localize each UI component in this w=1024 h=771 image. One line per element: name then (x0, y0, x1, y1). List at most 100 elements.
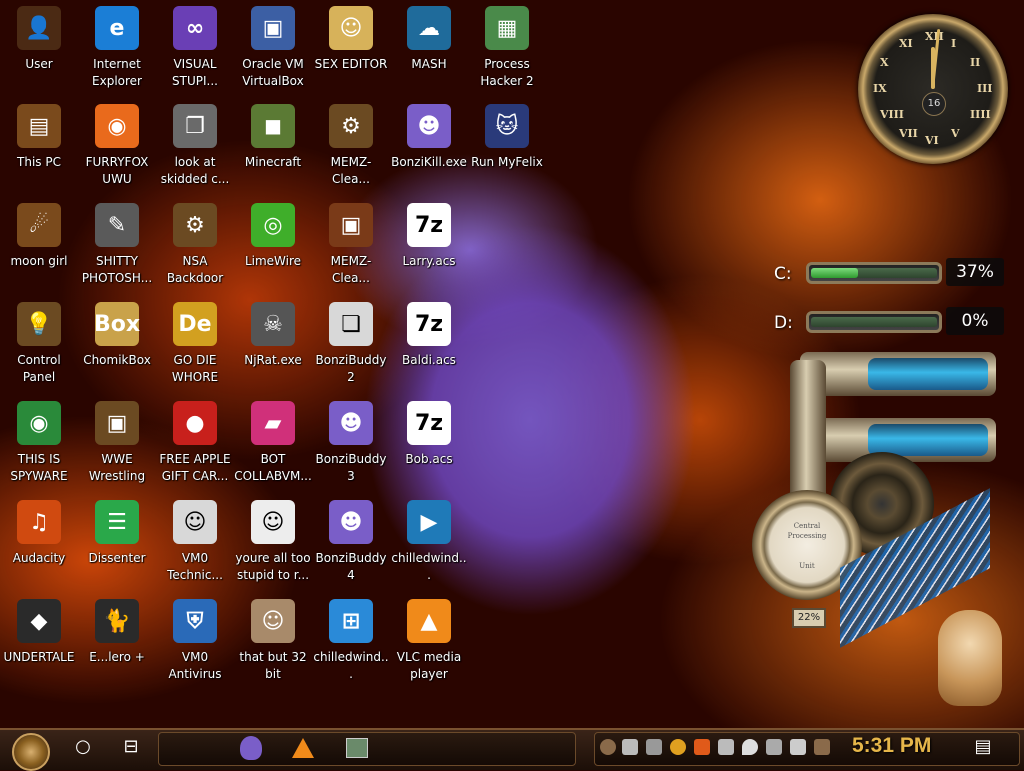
network-icon[interactable] (622, 739, 638, 755)
gauge-readout: 22% (792, 608, 826, 628)
desktop-icon[interactable]: ☻ BonziBuddy3 (312, 401, 390, 485)
desktop-icon-label: Minecraft (244, 155, 302, 169)
desktop-icon[interactable]: ◆ UNDERTALE (0, 599, 78, 666)
desktop-icon-label: WWE Wrestling (88, 452, 146, 483)
desktop-icon[interactable]: ❐ look at skidded c... (156, 104, 234, 188)
desktop-icon[interactable]: ◉ FURRYFOX UWU (78, 104, 156, 188)
desktop-icon[interactable]: ● FREE APPLE GIFT CAR... (156, 401, 234, 485)
desktop-icon-label: This PC (17, 155, 61, 169)
drive-tube (806, 311, 942, 333)
volume-muted-icon[interactable] (646, 739, 662, 755)
app-icon: ▣ (95, 401, 139, 445)
taskbar-clock[interactable]: 5:31 PM (852, 734, 931, 758)
clock-numeral: XI (899, 36, 913, 50)
pen-icon[interactable] (814, 739, 830, 755)
desktop-icon[interactable]: ☺ youre all too stupid to r... (234, 500, 312, 584)
desktop-icon[interactable]: ▰ BOT COLLABVM... (234, 401, 312, 485)
app-icon: e (95, 6, 139, 50)
desktop-icon[interactable]: ⚙ MEMZ-Clea... (312, 104, 390, 188)
desktop-icon-label: that but 32 bit (239, 650, 307, 681)
desktop-icon[interactable]: Box ChomikBox (78, 302, 156, 369)
desktop-icon[interactable]: De GO DIE WHORE (156, 302, 234, 386)
desktop-icon[interactable]: ❏ BonziBuddy2 (312, 302, 390, 386)
desktop-icon[interactable]: ▣ Oracle VM VirtualBox (234, 6, 312, 90)
usb-icon[interactable] (718, 739, 734, 755)
desktop-icon-label: Run MyFelix (471, 155, 543, 169)
desktop-icon[interactable]: ▶ chilledwind... (390, 500, 468, 584)
desktop-icon-label: E...lero + (89, 650, 145, 664)
desktop-icon[interactable]: 7z Larry.acs (390, 203, 468, 270)
desktop-icon[interactable]: 👤 User (0, 6, 78, 73)
app-icon: 7z (407, 401, 451, 445)
desktop-icon[interactable]: ◉ THIS IS SPYWARE (0, 401, 78, 485)
task-view-icon[interactable]: ⊟ (120, 736, 142, 757)
tray-app-icon[interactable] (790, 739, 806, 755)
desktop-icon-label: Internet Explorer (92, 57, 142, 88)
drop-icon[interactable] (742, 739, 758, 755)
start-button[interactable] (12, 733, 50, 771)
desktop-icon[interactable]: 7z Baldi.acs (390, 302, 468, 369)
desktop-icon-label: BonziBuddy2 (315, 353, 387, 384)
wifi-off-icon[interactable] (766, 739, 782, 755)
app-icon: ▣ (329, 203, 373, 247)
desktop-icon[interactable]: ☻ BonziBuddy4 (312, 500, 390, 584)
search-icon[interactable]: ○ (72, 736, 94, 757)
desktop-icon-label: FREE APPLE GIFT CAR... (159, 452, 231, 483)
desktop-icon-label: youre all too stupid to r... (235, 551, 311, 582)
desktop-icon[interactable]: ☰ Dissenter (78, 500, 156, 567)
desktop-icon[interactable]: ✎ SHITTY PHOTOSH... (78, 203, 156, 287)
desktop-icon[interactable]: ▣ WWE Wrestling (78, 401, 156, 485)
app-icon: ⊞ (329, 599, 373, 643)
desktop-icon-label: SHITTY PHOTOSH... (81, 254, 153, 285)
desktop-icon-label: Control Panel (17, 353, 61, 384)
desktop-icon-label: Bob.acs (405, 452, 453, 466)
search-tray-icon[interactable] (670, 739, 686, 755)
desktop-icon[interactable]: ⚙ NSA Backdoor (156, 203, 234, 287)
desktop-icon-label: LimeWire (244, 254, 302, 268)
desktop-icon-label: MEMZ-Clea... (330, 254, 372, 285)
desktop-icon[interactable]: ▦ Process Hacker 2 (468, 6, 546, 90)
vlc-icon[interactable] (292, 738, 314, 758)
desktop-icon[interactable]: 🐈 E...lero + (78, 599, 156, 666)
drive-letter: D: (774, 313, 793, 333)
desktop-icon[interactable]: ☺ SEX EDITOR (312, 6, 390, 73)
desktop-icon[interactable]: 🐱 Run MyFelix (468, 104, 546, 171)
desktop-icon[interactable]: ∞ VISUAL STUPI... (156, 6, 234, 90)
user-avatar-icon[interactable] (600, 739, 616, 755)
desktop-icon[interactable]: ☄ moon girl (0, 203, 78, 270)
bonzi-icon[interactable] (240, 736, 262, 760)
clock-numeral: VII (899, 127, 918, 141)
desktop-icon-label: Oracle VM VirtualBox (242, 57, 304, 88)
desktop-icon[interactable]: ☺ VM0 Technic... (156, 500, 234, 584)
app-icon: ☄ (17, 203, 61, 247)
network-app-icon[interactable] (346, 738, 368, 758)
desktop-icon[interactable]: e Internet Explorer (78, 6, 156, 90)
desktop-icon-label: BonziBuddy4 (315, 551, 387, 582)
desktop-icon[interactable]: ☻ BonziKill.exe (390, 104, 468, 171)
app-icon: ⚙ (329, 104, 373, 148)
app-icon: ☺ (173, 500, 217, 544)
desktop-icon[interactable]: ☠ NjRat.exe (234, 302, 312, 369)
desktop-icon[interactable]: ⛨ VM0 Antivirus (156, 599, 234, 683)
app-icon: 7z (407, 302, 451, 346)
app-icon: ☻ (329, 401, 373, 445)
clock-numeral: IIII (970, 108, 991, 121)
desktop-icon[interactable]: ☺ that but 32 bit (234, 599, 312, 683)
notification-icon[interactable]: ▤ (972, 736, 994, 757)
desktop-icon[interactable]: ☁ MASH (390, 6, 468, 73)
clock-numeral: III (977, 82, 993, 95)
desktop-icon[interactable]: ▣ MEMZ-Clea... (312, 203, 390, 287)
desktop-icon[interactable]: ◎ LimeWire (234, 203, 312, 270)
clock-numeral: V (951, 127, 960, 141)
desktop-icon[interactable]: ◼ Minecraft (234, 104, 312, 171)
desktop-icon-label: look at skidded c... (160, 155, 230, 186)
desktop-icon[interactable]: ♫ Audacity (0, 500, 78, 567)
app-tray-icon[interactable] (694, 739, 710, 755)
desktop-icon[interactable]: ▲ VLC media player (390, 599, 468, 683)
desktop-icon[interactable]: 7z Bob.acs (390, 401, 468, 468)
clock-numeral: IX (873, 82, 887, 95)
desktop-icon[interactable]: ▤ This PC (0, 104, 78, 171)
desktop-icon[interactable]: ⊞ chilledwind... (312, 599, 390, 683)
desktop-icon[interactable]: 💡 Control Panel (0, 302, 78, 386)
clock-numeral: XII (925, 30, 944, 43)
